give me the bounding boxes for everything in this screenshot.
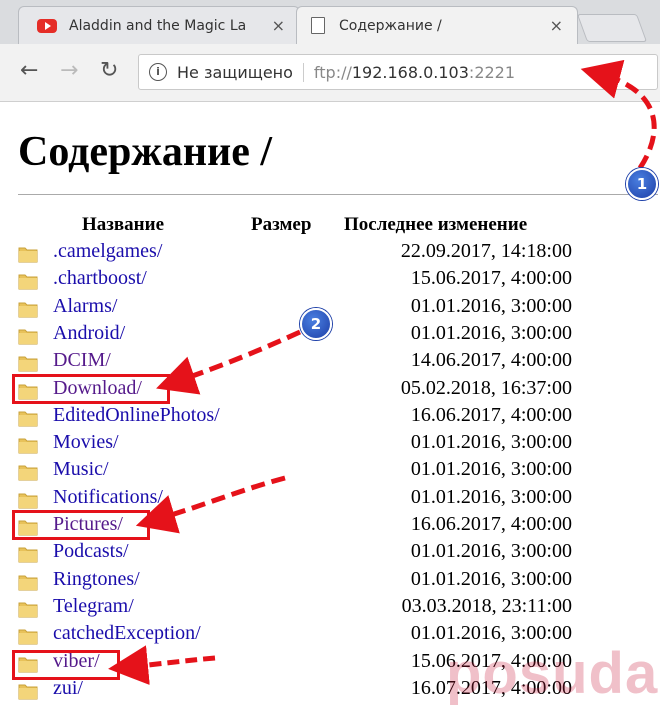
- folder-link[interactable]: Alarms/: [53, 295, 117, 318]
- folder-icon: [18, 436, 38, 454]
- modified-date: 16.06.2017, 4:00:00: [410, 513, 572, 535]
- folder-link[interactable]: Ringtones/: [53, 568, 140, 591]
- folder-icon: [18, 245, 38, 263]
- page-title: Содержание /: [18, 129, 273, 175]
- table-row: .camelgames/22.09.2017, 14:18:00: [0, 240, 660, 267]
- folder-icon: [18, 491, 38, 509]
- folder-icon: [18, 463, 38, 481]
- folder-icon: [18, 600, 38, 618]
- folder-icon: [18, 327, 38, 345]
- folder-link[interactable]: EditedOnlinePhotos/: [53, 404, 220, 427]
- youtube-icon: [37, 18, 57, 33]
- address-bar[interactable]: i Не защищено ftp:// 192.168.0.103 :2221: [138, 54, 658, 90]
- modified-date: 01.01.2016, 3:00:00: [410, 321, 572, 344]
- url-host: 192.168.0.103: [351, 62, 469, 82]
- browser-toolbar: ← → ↻ i Не защищено ftp:// 192.168.0.103…: [0, 44, 660, 102]
- new-tab-button[interactable]: [576, 14, 648, 42]
- folder-icon: [18, 354, 38, 372]
- url-scheme: ftp://: [313, 62, 352, 82]
- table-row: Telegram/03.03.2018, 23:11:00: [0, 595, 660, 622]
- column-header-size: Размер: [251, 214, 312, 235]
- table-row: Notifications/01.01.2016, 3:00:00: [0, 486, 660, 513]
- folder-link[interactable]: catchedException/: [53, 622, 201, 645]
- table-row: Podcasts/01.01.2016, 3:00:00: [0, 540, 660, 567]
- page-icon: [311, 17, 325, 34]
- folder-link[interactable]: .camelgames/: [53, 240, 162, 263]
- table-row: EditedOnlinePhotos/16.06.2017, 4:00:00: [0, 404, 660, 431]
- url-port: :2221: [468, 62, 516, 82]
- tab-title: Содержание /: [339, 17, 442, 34]
- folder-icon: [18, 272, 38, 290]
- modified-date: 15.06.2017, 4:00:00: [410, 267, 572, 290]
- folder-icon: [18, 573, 38, 591]
- tab-title: Aladdin and the Magic La: [69, 17, 247, 34]
- folder-icon: [18, 300, 38, 318]
- folder-icon: [18, 409, 38, 427]
- back-arrow-icon[interactable]: ←: [20, 58, 38, 83]
- tab-strip: Aladdin and the Magic La × Содержание / …: [0, 0, 660, 44]
- folder-link[interactable]: Movies/: [53, 431, 119, 454]
- folder-link[interactable]: zui/: [53, 677, 83, 700]
- reload-icon[interactable]: ↻: [100, 58, 118, 83]
- modified-date: 22.09.2017, 14:18:00: [400, 240, 572, 262]
- modified-date: 01.01.2016, 3:00:00: [410, 540, 572, 563]
- close-icon[interactable]: ×: [550, 16, 563, 35]
- forward-arrow-icon[interactable]: →: [60, 58, 78, 83]
- watermark: posuda.ru: [446, 641, 660, 706]
- table-row: Music/01.01.2016, 3:00:00: [0, 458, 660, 485]
- step-badge-2: 2: [300, 308, 332, 340]
- table-row: Movies/01.01.2016, 3:00:00: [0, 431, 660, 458]
- folder-link[interactable]: .chartboost/: [53, 267, 147, 290]
- table-row: DCIM/14.06.2017, 4:00:00: [0, 349, 660, 376]
- modified-date: 14.06.2017, 4:00:00: [410, 349, 572, 372]
- modified-date: 01.01.2016, 3:00:00: [410, 567, 572, 590]
- folder-link[interactable]: Notifications/: [53, 486, 163, 509]
- modified-date: 01.01.2016, 3:00:00: [410, 458, 572, 481]
- folder-link[interactable]: Android/: [53, 322, 125, 345]
- column-header-name: Название: [82, 214, 165, 235]
- folder-link[interactable]: DCIM/: [53, 349, 111, 372]
- modified-date: 16.06.2017, 4:00:00: [410, 403, 572, 426]
- modified-date: 05.02.2018, 16:37:00: [400, 376, 572, 399]
- modified-date: 01.01.2016, 3:00:00: [410, 431, 572, 454]
- close-icon[interactable]: ×: [272, 16, 285, 35]
- step-badge-1: 1: [626, 168, 658, 200]
- info-icon[interactable]: i: [149, 63, 167, 81]
- folder-link[interactable]: Telegram/: [53, 595, 134, 618]
- table-row: .chartboost/15.06.2017, 4:00:00: [0, 267, 660, 294]
- tab-aladdin[interactable]: Aladdin and the Magic La ×: [18, 6, 300, 44]
- security-status[interactable]: Не защищено: [177, 62, 304, 82]
- folder-link[interactable]: Podcasts/: [53, 540, 129, 563]
- tab-contents[interactable]: Содержание / ×: [296, 6, 578, 44]
- folder-icon: [18, 627, 38, 645]
- table-row: Ringtones/01.01.2016, 3:00:00: [0, 568, 660, 595]
- modified-date: 01.01.2016, 3:00:00: [410, 294, 572, 317]
- column-header-modified: Последнее изменение: [344, 214, 528, 235]
- divider: [18, 194, 658, 195]
- folder-icon: [18, 545, 38, 563]
- folder-icon: [18, 682, 38, 700]
- folder-link[interactable]: Music/: [53, 458, 109, 481]
- highlight-viber: [12, 650, 120, 680]
- highlight-pictures: [12, 510, 150, 540]
- modified-date: 03.03.2018, 23:11:00: [401, 594, 572, 617]
- highlight-download: [12, 374, 170, 404]
- modified-date: 01.01.2016, 3:00:00: [410, 485, 572, 508]
